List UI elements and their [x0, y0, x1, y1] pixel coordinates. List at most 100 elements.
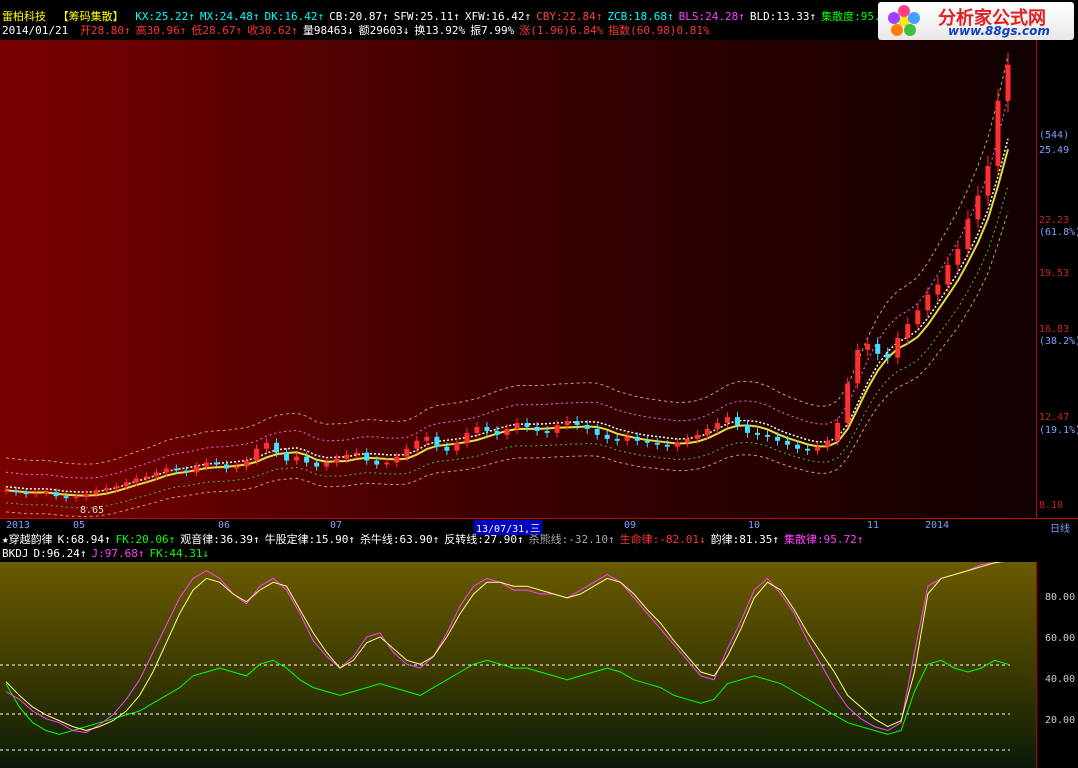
candle-body — [955, 249, 961, 265]
candle-body — [755, 432, 760, 435]
candle-body — [314, 462, 320, 467]
candle-body — [213, 462, 219, 465]
indicator-label-0: 80.00 — [1045, 592, 1076, 603]
candle-body — [133, 478, 139, 483]
candle-body — [664, 444, 670, 447]
header-indicator-3: CB:20.87↑ — [329, 10, 389, 23]
header-indicator-8: BLS:24.28↑ — [678, 10, 745, 23]
price-label-9: 8.10 — [1039, 500, 1064, 511]
candle-body — [183, 470, 189, 473]
period-label[interactable]: 日线 — [1050, 520, 1070, 535]
candle-body — [354, 452, 360, 455]
low-price-mark: 8.65 — [80, 505, 104, 516]
candle-body — [274, 442, 280, 453]
candle-body — [895, 337, 901, 358]
candle-body — [624, 436, 630, 441]
info-item-0: 开28.80↑ — [79, 24, 131, 37]
price-label-7: 12.47 — [1039, 412, 1070, 423]
date-label-7: 11 — [867, 520, 880, 531]
candle-body — [93, 490, 99, 495]
candle-body — [855, 349, 861, 384]
indicator-axis: 80.00 60.00 40.00 20.00 — [1037, 562, 1078, 768]
candle-body — [644, 440, 650, 443]
candle-body — [514, 423, 520, 429]
candle-body — [975, 195, 981, 220]
info-item-3: 收30.62↑ — [247, 24, 298, 37]
header-indicators: KX:25.22↑ MX:24.48↑ DK:16.42↑ CB:20.87↑ SFW:… — [135, 10, 905, 23]
formula-name[interactable]: 【筹码集散】 — [58, 10, 124, 23]
indicator-chart[interactable] — [0, 562, 1037, 768]
candle-body — [254, 448, 259, 461]
candle-body — [434, 436, 440, 447]
candle-body — [13, 490, 19, 493]
indicator-item-0: ★穿越韵律 — [2, 533, 53, 546]
candle-body — [504, 428, 510, 435]
header-line: 雷柏科技 【筹码集散】 KX:25.22↑ MX:24.48↑ DK:16.42↑ C… — [2, 10, 910, 23]
stock-name[interactable]: 雷柏科技 — [2, 10, 46, 23]
candle-body — [193, 466, 199, 473]
candle-body — [73, 497, 79, 499]
header-indicator-5: XFW:16.42↑ — [464, 10, 532, 23]
candle-body — [925, 294, 931, 311]
candle-body — [915, 310, 921, 325]
candle-body — [163, 468, 169, 473]
candle-body — [364, 452, 370, 461]
candle-body — [935, 284, 941, 295]
header-indicator-1: MX:24.48↑ — [199, 10, 260, 23]
candle-body — [494, 430, 500, 435]
candle-body — [444, 446, 450, 451]
candle-body — [294, 456, 300, 461]
info-line: 2014/01/21 开28.80↑ 高30.96↑ 低28.67↑ 收30.62↑ 量… — [2, 24, 720, 37]
candle-body — [233, 466, 239, 469]
candlestick-chart[interactable]: 8.65 — [0, 40, 1037, 518]
info-item-6: 换13.92% — [414, 24, 466, 37]
candle-body — [564, 421, 570, 425]
indicator-item-6: 反转线:27.90↑ — [444, 533, 524, 546]
logo: 分析家公式网 www.88gs.com — [878, 2, 1074, 40]
indicator-item-10: 集散律:95.72↑ — [783, 533, 864, 546]
header-indicator-7: ZCB:18.68↑ — [607, 10, 674, 23]
date-label-0: 2013 — [6, 520, 31, 531]
candle-body — [714, 423, 720, 429]
indicator-item-5: 杀牛线:63.90↑ — [359, 533, 440, 546]
candle-body — [734, 417, 740, 425]
candle-body — [203, 462, 209, 467]
candle-body — [865, 343, 871, 350]
candle-body — [103, 488, 109, 491]
chart-background — [0, 40, 1037, 518]
candle-body — [143, 476, 149, 479]
candle-body — [704, 428, 710, 435]
date-label-1: 05 — [73, 520, 86, 531]
indicator-item-4: 牛股定律:15.90↑ — [264, 533, 355, 546]
candle-body — [394, 456, 400, 463]
header-indicator-2: DK:16.42↑ — [264, 10, 325, 23]
indicator-label-2: 40.00 — [1045, 674, 1076, 685]
candle-body — [775, 436, 781, 441]
candle-body — [264, 442, 270, 449]
candle-body — [3, 490, 9, 492]
candle-body — [724, 417, 730, 424]
price-label-6: (38.2%) — [1039, 336, 1078, 347]
indicator-item-7: 杀熊线:-32.10↑ — [528, 533, 615, 546]
indicator-item-1: K:68.94↑ — [57, 533, 111, 546]
price-label-8: (19.1%) — [1039, 425, 1078, 436]
candle-body — [544, 430, 550, 433]
candle-body — [574, 421, 580, 425]
candle-body — [123, 482, 129, 487]
candle-body — [835, 423, 841, 441]
indicator-item-9: 韵律:81.35↑ — [710, 533, 779, 546]
indicator-label-3: 20.00 — [1045, 715, 1076, 726]
candle-body — [805, 448, 811, 451]
info-item-5: 额29603↓ — [358, 24, 410, 37]
candle-body — [223, 464, 229, 469]
logo-url[interactable]: www.88gs.com — [948, 24, 1050, 38]
candle-body — [594, 428, 600, 435]
info-items: 开28.80↑ 高30.96↑ 低28.67↑ 收30.62↑ 量98463↓ 额2960… — [80, 24, 715, 37]
price-label-1: 25.49 — [1039, 145, 1070, 156]
candle-body — [825, 440, 831, 447]
indicator-bar: ★穿越韵律 K:68.94↑ FK:20.06↑ 观音律:36.39↑ 牛股定律:15.… — [2, 533, 868, 546]
candle-body — [113, 486, 119, 489]
candle-body — [634, 436, 640, 441]
price-label-3: (61.8%) — [1039, 227, 1078, 238]
date-label-6: 10 — [748, 520, 761, 531]
